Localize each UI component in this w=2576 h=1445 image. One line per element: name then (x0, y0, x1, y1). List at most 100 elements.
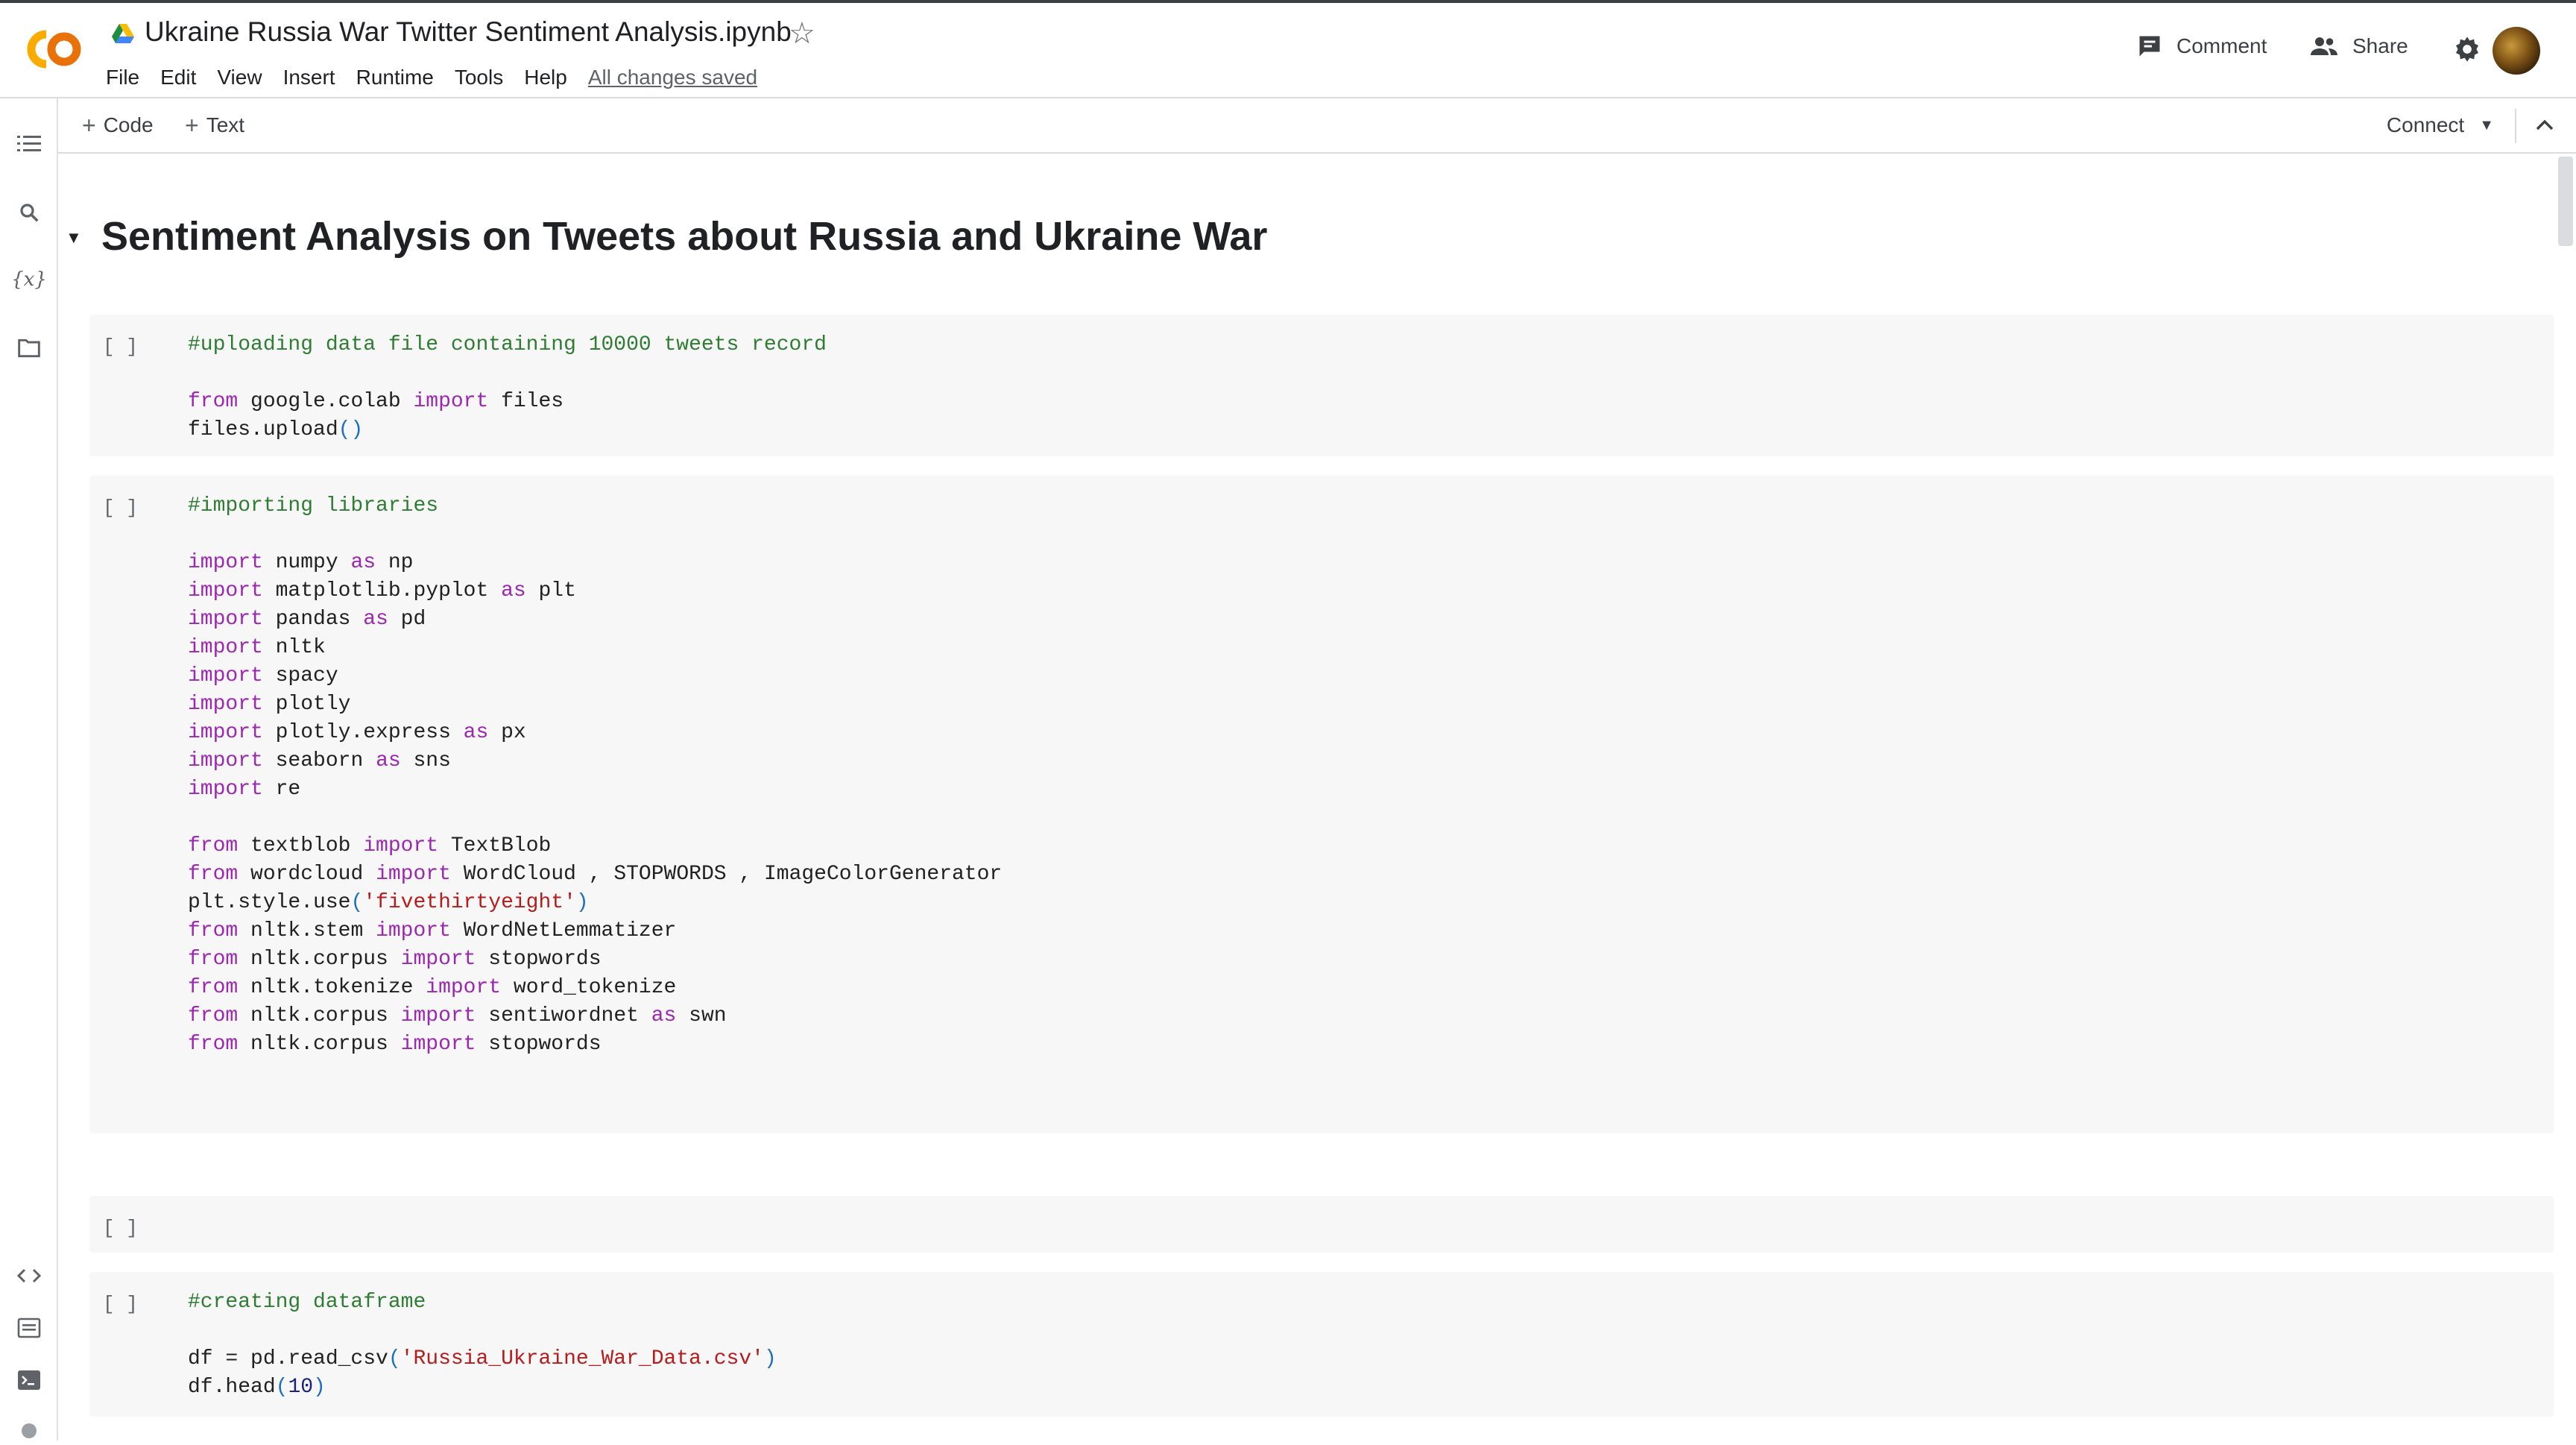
code-keyword: from (188, 919, 239, 942)
comment-button[interactable]: Comment (2136, 33, 2267, 60)
code-text: re (262, 778, 301, 801)
code-line: plt.style.use('fivethirtyeight') (188, 889, 1002, 917)
code-editor[interactable]: #creating dataframe df = pd.read_csv('Rus… (188, 1288, 777, 1402)
code-keyword: from (188, 1033, 239, 1056)
code-cell[interactable]: [ ] (89, 1196, 2554, 1253)
colab-logo-icon[interactable] (19, 24, 85, 75)
code-line: import numpy as np (188, 549, 1002, 577)
code-text: swn (676, 1004, 727, 1027)
code-line: from nltk.corpus import stopwords (188, 945, 1002, 974)
add-code-label: Code (103, 113, 154, 136)
menu-runtime[interactable]: Runtime (346, 63, 444, 92)
code-text: google.colab (238, 390, 414, 413)
code-keyword: as (501, 579, 526, 602)
code-line: from wordcloud import WordCloud , STOPWO… (188, 860, 1002, 889)
code-keyword: from (188, 1004, 239, 1027)
add-text-cell-button[interactable]: + Text (185, 98, 244, 152)
search-icon[interactable] (15, 198, 43, 227)
code-cell[interactable]: [ ] #importing libraries import numpy as … (89, 476, 2554, 1133)
chevron-up-icon[interactable] (2530, 98, 2560, 152)
code-text: df = pd.read_csv (188, 1347, 388, 1370)
code-line: import plotly.express as px (188, 719, 1002, 747)
code-text: nltk (262, 636, 326, 659)
code-keyword: from (188, 390, 239, 413)
add-text-label: Text (206, 113, 245, 136)
code-text: files.upload (188, 418, 338, 441)
code-line: import re (188, 775, 1002, 804)
code-editor[interactable]: #importing libraries import numpy as np im… (188, 492, 1002, 1059)
code-text: nltk.stem (238, 919, 376, 942)
code-text: numpy (262, 551, 351, 574)
run-cell-button[interactable]: [ ] (103, 1293, 138, 1315)
code-keyword: as (651, 1004, 677, 1027)
code-text: px (488, 721, 526, 744)
code-cell[interactable]: [ ] #uploading data file containing 1000… (89, 315, 2554, 456)
code-text: wordcloud (238, 863, 376, 886)
code-text: nltk.corpus (238, 1004, 401, 1027)
scrollbar[interactable] (2558, 157, 2573, 246)
people-icon (2311, 37, 2337, 55)
comment-label: Comment (2176, 34, 2267, 57)
variables-icon[interactable]: {x} (11, 265, 47, 294)
code-paren: ( (388, 1347, 401, 1370)
code-keyword: import (400, 1033, 476, 1056)
save-status-link[interactable]: All changes saved (578, 63, 757, 92)
section-collapse-icon[interactable]: ▼ (66, 228, 82, 248)
code-snippets-icon[interactable] (15, 1262, 43, 1290)
notebook-toolbar: + Code + Text Connect ▼ (58, 98, 2576, 154)
code-text: files (488, 390, 564, 413)
code-keyword: import (188, 778, 263, 801)
code-paren: ) (313, 1376, 326, 1399)
code-keyword: import (188, 693, 263, 716)
code-text: word_tokenize (501, 976, 677, 999)
menu-edit[interactable]: Edit (150, 63, 206, 92)
code-string: 'fivethirtyeight' (363, 891, 576, 914)
menu-help[interactable]: Help (514, 63, 578, 92)
menu-insert[interactable]: Insert (273, 63, 346, 92)
code-keyword: import (363, 834, 439, 857)
run-cell-button[interactable]: [ ] (103, 336, 138, 358)
menu-view[interactable]: View (206, 63, 272, 92)
code-keyword: import (426, 976, 502, 999)
code-line: df = pd.read_csv('Russia_Ukraine_War_Dat… (188, 1345, 777, 1373)
code-keyword: as (463, 721, 489, 744)
run-cell-button[interactable]: [ ] (103, 1217, 138, 1239)
menu-file[interactable]: File (104, 63, 150, 92)
chevron-down-icon[interactable]: ▼ (2479, 117, 2494, 134)
add-code-cell-button[interactable]: + Code (82, 98, 154, 152)
account-avatar[interactable] (2493, 27, 2540, 75)
code-line: #creating dataframe (188, 1288, 777, 1317)
code-keyword: import (188, 608, 263, 631)
files-icon[interactable] (15, 334, 43, 362)
star-icon[interactable]: ☆ (789, 16, 815, 51)
code-editor[interactable]: #uploading data file containing 10000 tw… (188, 331, 827, 444)
code-text: WordCloud , STOPWORDS , ImageColorGenera… (450, 863, 1003, 886)
code-keyword: from (188, 863, 239, 886)
code-keyword: import (376, 863, 451, 886)
terminal-icon[interactable] (15, 1366, 43, 1394)
code-line: import pandas as pd (188, 605, 1002, 634)
menu-tools[interactable]: Tools (444, 63, 514, 92)
code-text: nltk.corpus (238, 1033, 401, 1056)
plus-icon: + (185, 111, 199, 139)
code-keyword: import (188, 636, 263, 659)
code-text: plt.style.use (188, 891, 351, 914)
code-text: pd (388, 608, 426, 631)
code-keyword: from (188, 976, 239, 999)
toolbar-divider (2515, 109, 2516, 143)
command-palette-icon[interactable] (15, 1314, 43, 1342)
connect-button[interactable]: Connect ▼ (2387, 98, 2494, 152)
notebook-body[interactable]: ▼ Sentiment Analysis on Tweets about Rus… (60, 154, 2576, 1441)
settings-button[interactable] (2452, 34, 2482, 64)
code-line: import nltk (188, 634, 1002, 662)
run-cell-button[interactable]: [ ] (103, 497, 138, 519)
share-button[interactable]: Share (2309, 33, 2408, 60)
code-paren: () (338, 418, 364, 441)
code-paren: ) (575, 891, 589, 914)
notebook-title[interactable]: Ukraine Russia War Twitter Sentiment Ana… (145, 16, 792, 48)
code-cell[interactable]: [ ] #creating dataframe df = pd.read_csv(… (89, 1272, 2554, 1417)
table-of-contents-icon[interactable] (15, 130, 43, 158)
gear-icon (2456, 37, 2478, 62)
plus-icon: + (82, 111, 96, 139)
code-line: import seaborn as sns (188, 747, 1002, 775)
